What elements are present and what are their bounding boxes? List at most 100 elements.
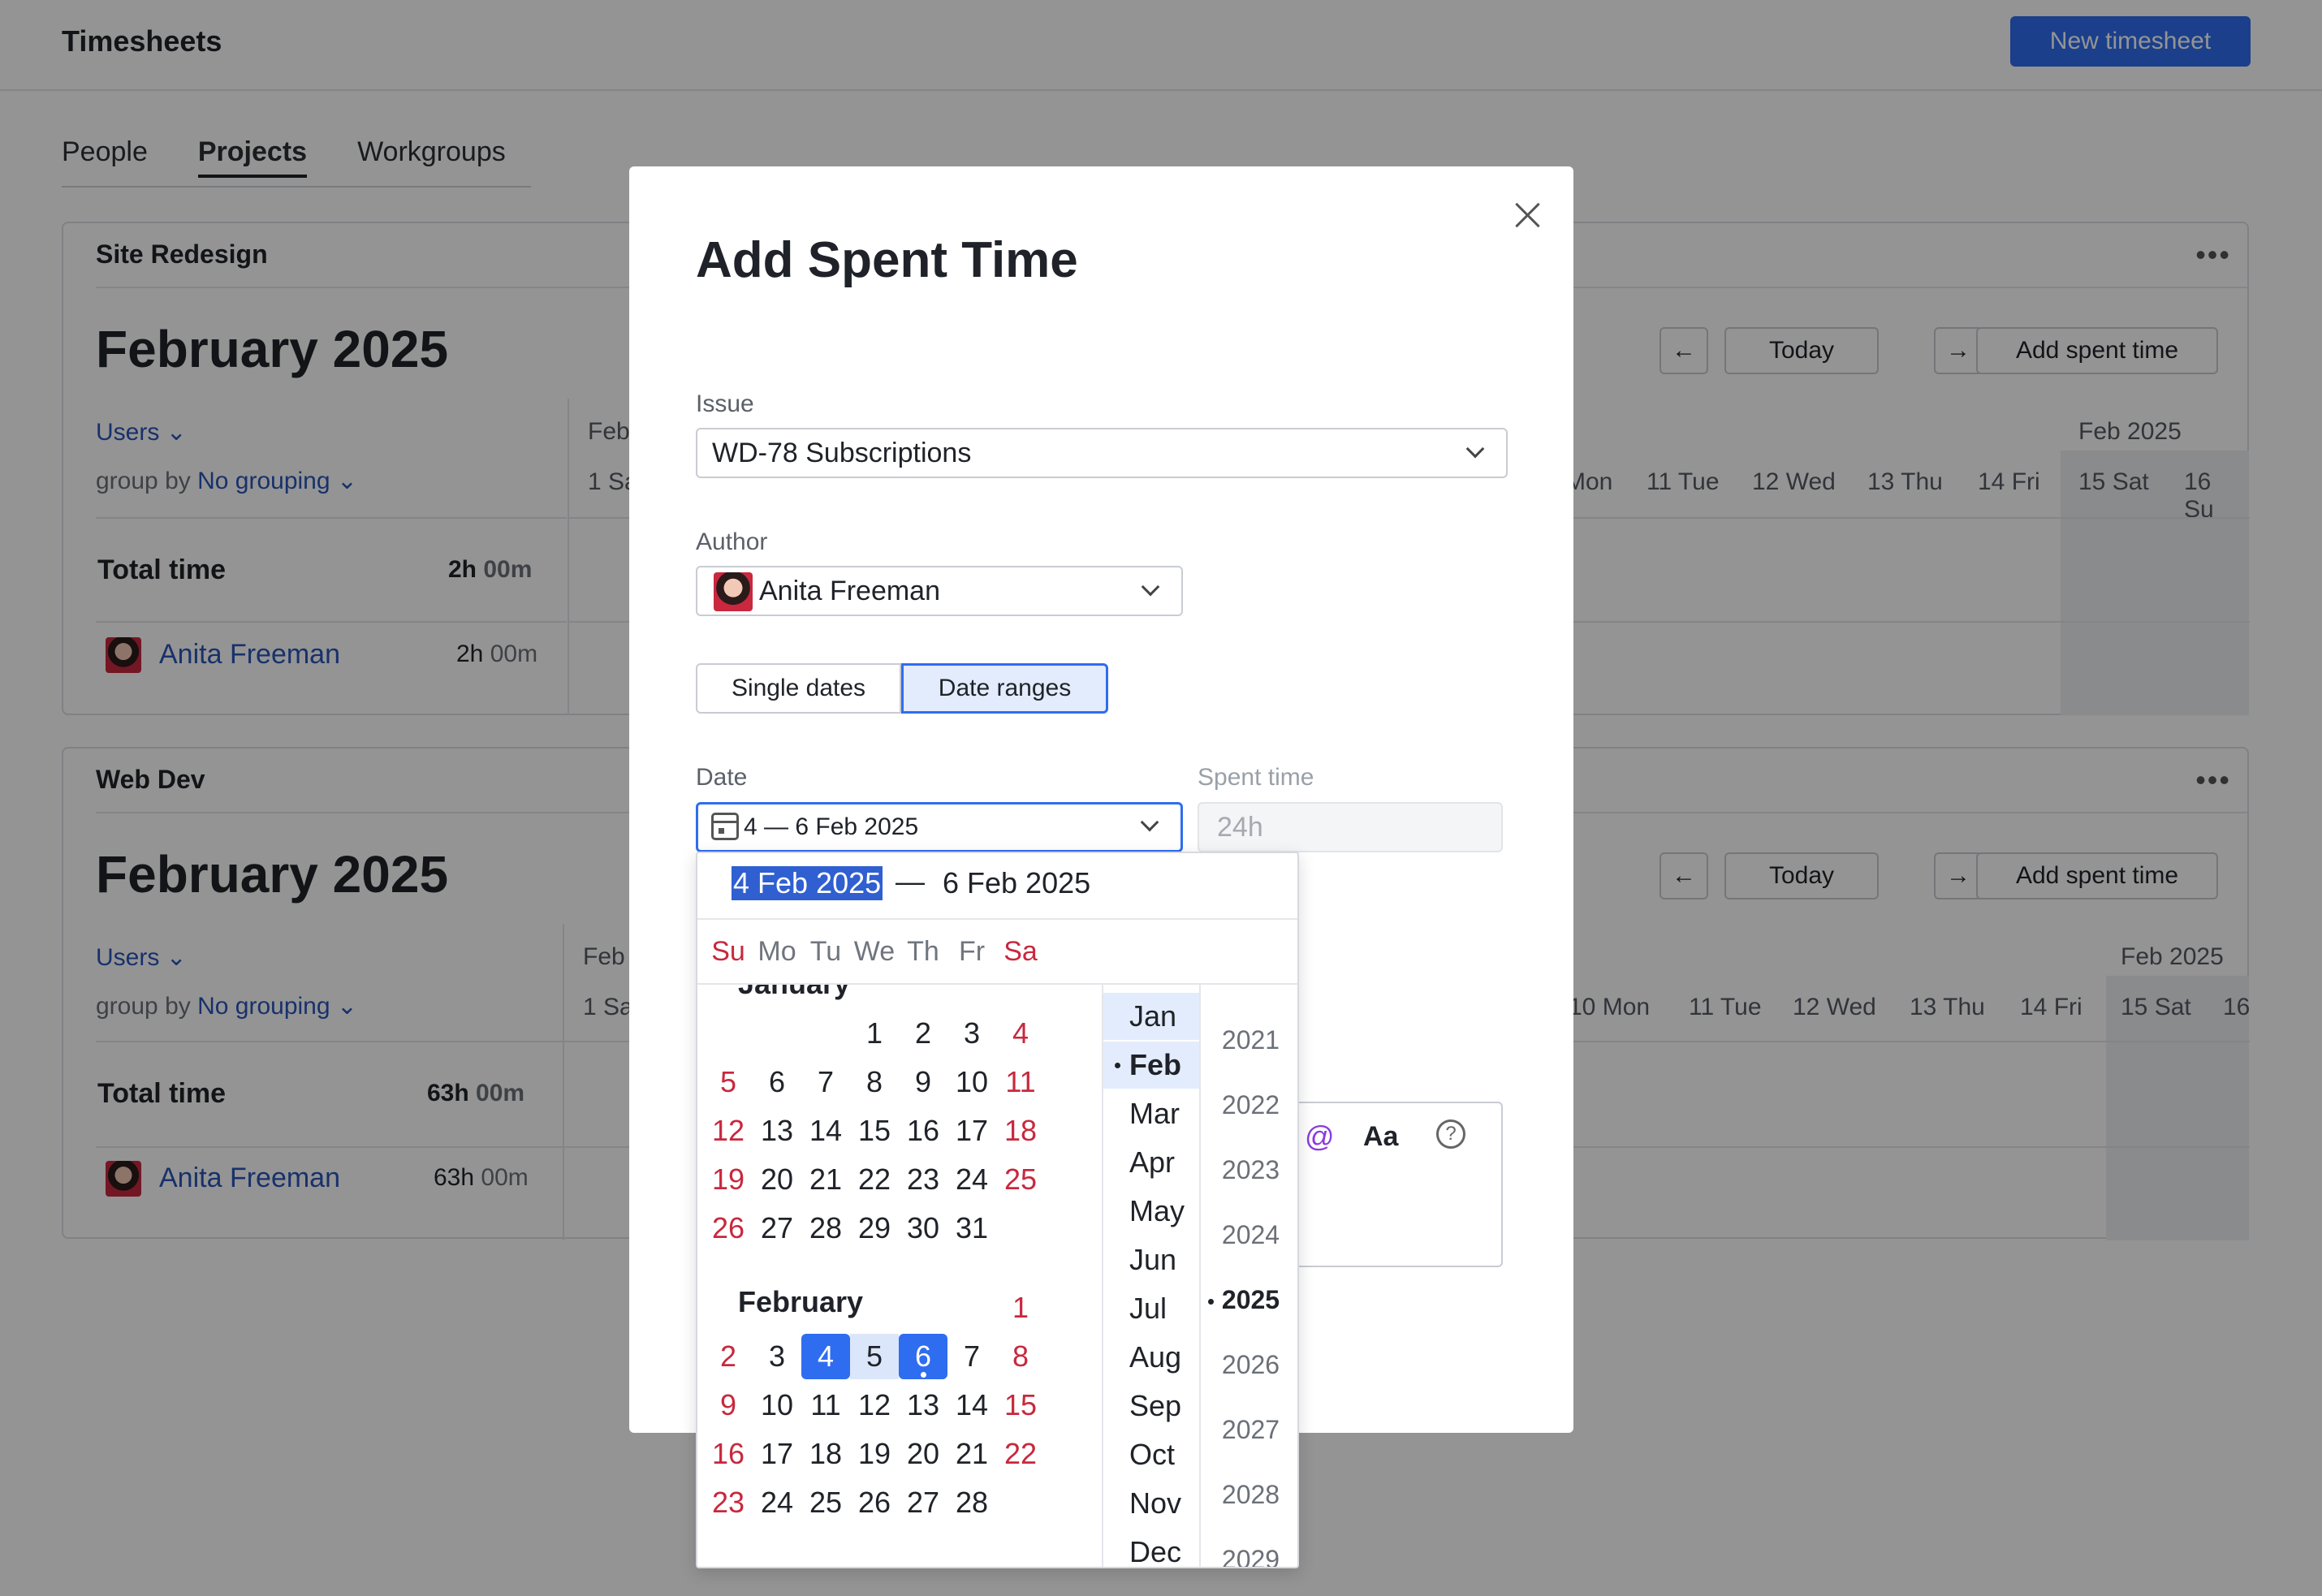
calendar-day[interactable]: 16 <box>899 1108 947 1154</box>
calendar-day[interactable]: 6 <box>753 1059 801 1105</box>
year-option[interactable]: 2025 <box>1201 1285 1297 1315</box>
month-option[interactable]: Mar <box>1103 1090 1199 1137</box>
calendar-day[interactable]: 23 <box>899 1157 947 1202</box>
calendar-day[interactable]: 30 <box>899 1206 947 1251</box>
calendar-day[interactable]: 15 <box>996 1382 1045 1428</box>
calendar-day[interactable]: 31 <box>947 1206 996 1251</box>
calendar-day[interactable]: 1 <box>850 1011 899 1056</box>
calendar-day[interactable]: 9 <box>899 1059 947 1105</box>
calendar-day[interactable]: 25 <box>996 1157 1045 1202</box>
calendar-day[interactable]: 13 <box>899 1382 947 1428</box>
calendar-day[interactable]: 14 <box>947 1382 996 1428</box>
author-label: Author <box>696 528 768 555</box>
calendar-day[interactable]: 29 <box>850 1206 899 1251</box>
calendar-day[interactable]: 14 <box>801 1108 850 1154</box>
date-range-picker: 4 Feb 2025 — 6 Feb 2025 SuMoTuWeThFrSa J… <box>696 852 1299 1568</box>
month-option[interactable]: Jan <box>1103 993 1199 1040</box>
issue-select[interactable]: WD-78 Subscriptions <box>696 428 1508 478</box>
calendar-day[interactable]: 11 <box>996 1059 1045 1105</box>
calendar-day[interactable]: 4 <box>801 1334 850 1379</box>
help-icon[interactable]: ? <box>1436 1119 1465 1149</box>
calendar-day[interactable]: 24 <box>947 1157 996 1202</box>
calendar-day[interactable]: 23 <box>704 1480 753 1525</box>
text-format-icon[interactable]: Aa <box>1363 1121 1398 1153</box>
calendar-day[interactable]: 22 <box>996 1431 1045 1477</box>
calendar-day[interactable]: 28 <box>947 1480 996 1525</box>
calendar-day[interactable]: 4 <box>996 1011 1045 1056</box>
year-option[interactable]: 2028 <box>1201 1480 1297 1510</box>
calendar-day[interactable]: 21 <box>801 1157 850 1202</box>
calendar-day[interactable]: 3 <box>947 1011 996 1056</box>
year-option[interactable]: 2026 <box>1201 1350 1297 1380</box>
year-option[interactable]: 2027 <box>1201 1415 1297 1445</box>
date-ranges-button[interactable]: Date ranges <box>901 663 1108 714</box>
calendar-day[interactable]: 5 <box>850 1334 899 1379</box>
calendar-day[interactable]: 9 <box>704 1382 753 1428</box>
calendar-day[interactable]: 16 <box>704 1431 753 1477</box>
weekday-header: Su Mo Tu We Th Fr Sa <box>697 920 1297 985</box>
date-range-value: 4 — 6 Feb 2025 <box>744 813 919 840</box>
month-option[interactable]: Dec <box>1103 1529 1199 1567</box>
month-option[interactable]: May <box>1103 1188 1199 1235</box>
calendar-day[interactable]: 12 <box>704 1108 753 1154</box>
calendar-day[interactable]: 1 <box>996 1285 1045 1331</box>
spent-time-input[interactable]: 24h <box>1198 802 1503 852</box>
calendar-day[interactable]: 28 <box>801 1206 850 1251</box>
calendar-day[interactable]: 17 <box>753 1431 801 1477</box>
calendar-day[interactable]: 7 <box>801 1059 850 1105</box>
calendar-day[interactable]: 12 <box>850 1382 899 1428</box>
calendar-day[interactable]: 11 <box>801 1382 850 1428</box>
calendar-day[interactable]: 24 <box>753 1480 801 1525</box>
author-value: Anita Freeman <box>759 575 940 606</box>
calendar-day[interactable]: 10 <box>947 1059 996 1105</box>
calendar-day[interactable]: 27 <box>899 1480 947 1525</box>
calendar-day[interactable]: 13 <box>753 1108 801 1154</box>
calendar-day[interactable]: 26 <box>850 1480 899 1525</box>
calendar-day[interactable]: 25 <box>801 1480 850 1525</box>
calendar-day[interactable]: 22 <box>850 1157 899 1202</box>
range-end[interactable]: 6 Feb 2025 <box>943 866 1090 900</box>
year-option[interactable]: 2021 <box>1201 1025 1297 1055</box>
calendar-day[interactable]: 20 <box>899 1431 947 1477</box>
calendar-day[interactable]: 7 <box>947 1334 996 1379</box>
calendar-day[interactable]: 10 <box>753 1382 801 1428</box>
calendar-day[interactable]: 2 <box>899 1011 947 1056</box>
close-icon[interactable] <box>1510 197 1546 233</box>
calendar-day[interactable]: 26 <box>704 1206 753 1251</box>
range-start[interactable]: 4 Feb 2025 <box>732 866 883 900</box>
comment-editor[interactable]: @ Aa ? <box>1295 1102 1503 1267</box>
year-option[interactable]: 2029 <box>1201 1545 1297 1567</box>
calendar-day[interactable]: 2 <box>704 1334 753 1379</box>
single-dates-button[interactable]: Single dates <box>696 663 901 714</box>
year-option[interactable]: 2023 <box>1201 1155 1297 1185</box>
calendar-day[interactable]: 27 <box>753 1206 801 1251</box>
month-option[interactable]: Oct <box>1103 1431 1199 1478</box>
month-option[interactable]: Apr <box>1103 1139 1199 1186</box>
author-select[interactable]: Anita Freeman <box>696 566 1183 616</box>
month-option[interactable]: Aug <box>1103 1334 1199 1381</box>
month-option[interactable]: Jun <box>1103 1236 1199 1283</box>
calendar-day[interactable]: 17 <box>947 1108 996 1154</box>
calendar-day[interactable]: 15 <box>850 1108 899 1154</box>
calendar-day[interactable]: 3 <box>753 1334 801 1379</box>
calendar-day[interactable]: 21 <box>947 1431 996 1477</box>
month-option[interactable]: Feb <box>1103 1042 1199 1089</box>
year-option[interactable]: 2022 <box>1201 1090 1297 1120</box>
month-option[interactable]: Sep <box>1103 1382 1199 1430</box>
calendar-day[interactable]: 8 <box>996 1334 1045 1379</box>
calendar-day[interactable]: 6 <box>899 1334 947 1379</box>
ai-spiral-icon[interactable]: @ <box>1305 1119 1335 1154</box>
month-option[interactable]: Nov <box>1103 1480 1199 1527</box>
calendar-day[interactable]: 19 <box>850 1431 899 1477</box>
year-list: 2021 2022 2023 2024 2025 2026 2027 2028 2029 <box>1201 985 1297 1567</box>
calendar-day[interactable]: 5 <box>704 1059 753 1105</box>
calendar-day[interactable]: 18 <box>801 1431 850 1477</box>
calendar-day[interactable]: 8 <box>850 1059 899 1105</box>
chevron-down-icon <box>1465 439 1485 459</box>
calendar-day[interactable]: 19 <box>704 1157 753 1202</box>
year-option[interactable]: 2024 <box>1201 1220 1297 1250</box>
calendar-day[interactable]: 20 <box>753 1157 801 1202</box>
date-range-input[interactable]: 4 — 6 Feb 2025 <box>696 802 1183 852</box>
calendar-day[interactable]: 18 <box>996 1108 1045 1154</box>
month-option[interactable]: Jul <box>1103 1285 1199 1332</box>
